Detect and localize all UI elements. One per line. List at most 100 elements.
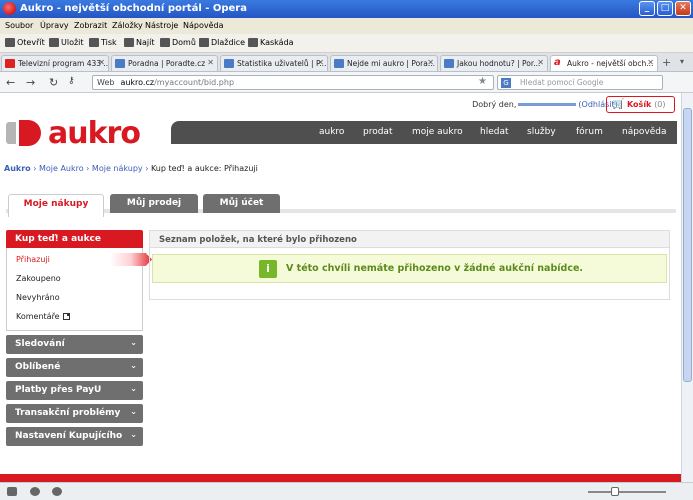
- sidebar-group-oblibene[interactable]: Oblíbené ⌄: [6, 358, 143, 377]
- close-tab-icon[interactable]: ✕: [537, 58, 544, 67]
- minimize-button[interactable]: _: [639, 1, 655, 16]
- sidebar: Kup teď! a aukce Přihazuji Zakoupeno Nev…: [6, 230, 152, 446]
- tab-muj-prodej[interactable]: Můj prodej: [110, 194, 198, 213]
- close-tab-icon[interactable]: ✕: [317, 58, 324, 67]
- close-tab-icon[interactable]: ✕: [427, 58, 434, 67]
- tab-statistika[interactable]: Statistika uživatelů | P... ✕: [220, 55, 328, 71]
- menu-view[interactable]: Zobrazit: [74, 21, 107, 30]
- breadcrumb-aukro[interactable]: Aukro: [4, 164, 31, 173]
- tab-aukro[interactable]: a Aukro - největší obch... ✕: [550, 55, 658, 71]
- menu-edit[interactable]: Úpravy: [40, 21, 69, 30]
- notice-message: V této chvíli nemáte přihozeno v žádné a…: [286, 263, 584, 274]
- folder-icon: [5, 38, 15, 47]
- tab-nejde-aukro[interactable]: Nejde mi aukro | Pora... ✕: [330, 55, 438, 71]
- sidebar-item-prihazuji[interactable]: Přihazuji: [7, 250, 152, 269]
- sidebar-item-zakoupeno[interactable]: Zakoupeno: [7, 269, 142, 288]
- print-button[interactable]: Tisk: [89, 38, 117, 47]
- close-tab-icon[interactable]: ✕: [98, 58, 105, 67]
- tab-poradna[interactable]: Poradna | Poradte.cz ✕: [111, 55, 218, 71]
- main-navigation: aukro prodat moje aukro hledat služby fó…: [171, 121, 677, 144]
- menu-bookmarks[interactable]: Záložky: [112, 21, 143, 30]
- aukro-favicon: a: [554, 58, 564, 68]
- maximize-button[interactable]: □: [657, 1, 673, 16]
- tab-tv-program[interactable]: Televizní program 433 ... ✕: [1, 55, 109, 71]
- page-icon: [224, 59, 234, 68]
- nav-napoveda[interactable]: nápověda: [622, 127, 667, 137]
- sidebar-group-sledovani[interactable]: Sledování ⌄: [6, 335, 143, 354]
- close-tab-icon[interactable]: ✕: [207, 58, 214, 67]
- new-tab-icon[interactable]: +: [662, 56, 671, 69]
- page-content: Dobrý den, (Odhlásit) | 🛒 Košík (0) aukro…: [0, 93, 681, 482]
- close-window-button[interactable]: ✕: [675, 1, 691, 16]
- username[interactable]: [518, 103, 577, 106]
- tile-icon: [199, 38, 209, 47]
- home-button[interactable]: Domů: [160, 38, 196, 47]
- home-icon: [160, 38, 170, 47]
- scrollbar-thumb[interactable]: [683, 108, 692, 382]
- info-icon: i: [259, 260, 277, 278]
- zoom-slider[interactable]: [588, 491, 666, 493]
- sidebar-item-nevyhrano[interactable]: Nevyhráno: [7, 288, 142, 307]
- forward-icon[interactable]: →: [26, 76, 35, 89]
- logo-wordmark: aukro: [48, 115, 141, 151]
- tv-icon: [5, 59, 15, 68]
- page-icon: [334, 59, 344, 68]
- tab-muj-ucet[interactable]: Můj účet: [203, 194, 280, 213]
- breadcrumb-moje-nakupy[interactable]: Moje nákupy: [92, 164, 143, 173]
- chevron-down-icon: ⌄: [130, 361, 137, 370]
- address-bar: ← → ↻ ⚷ Web aukro.cz/myaccount/bid.php ★ …: [0, 72, 693, 93]
- google-icon: G: [501, 78, 511, 88]
- sidebar-group-platby[interactable]: Platby přes PayU ⌄: [6, 381, 143, 400]
- key-icon[interactable]: ⚷: [68, 76, 75, 86]
- search-field[interactable]: G Hledat pomocí Google: [497, 75, 663, 90]
- search-icon: [124, 38, 134, 47]
- cart-button[interactable]: 🛒 Košík (0): [606, 96, 675, 113]
- url-field[interactable]: Web aukro.cz/myaccount/bid.php: [92, 75, 494, 90]
- bookmark-star-icon[interactable]: ★: [478, 76, 487, 87]
- save-button[interactable]: Uložit: [49, 38, 84, 47]
- sidebar-list: Přihazuji Zakoupeno Nevyhráno Komentáře: [6, 248, 152, 331]
- close-tab-icon[interactable]: ✕: [647, 58, 654, 67]
- find-button[interactable]: Najít: [124, 38, 154, 47]
- nav-forum[interactable]: fórum: [576, 127, 603, 137]
- web-badge: Web: [97, 78, 115, 87]
- tab-bar: Televizní program 433 ... ✕ Poradna | Por…: [0, 53, 693, 72]
- nav-aukro[interactable]: aukro: [319, 127, 344, 137]
- tab-jakou-hodnotu[interactable]: Jakou hodnotu? | Por... ✕: [440, 55, 548, 71]
- footer-bar: [0, 474, 681, 482]
- sidebar-item-komentare[interactable]: Komentáře: [7, 307, 142, 326]
- nav-prodat[interactable]: prodat: [363, 127, 392, 137]
- open-button[interactable]: Otevřít: [5, 38, 45, 47]
- nav-moje-aukro[interactable]: moje aukro: [412, 127, 463, 137]
- nav-hledat[interactable]: hledat: [480, 127, 509, 137]
- tab-moje-nakupy[interactable]: Moje nákupy: [8, 194, 104, 217]
- tile-button[interactable]: Dlaždice: [199, 38, 245, 47]
- panel-title: Seznam položek, na které bylo přihozeno: [150, 231, 669, 248]
- logo-mark: [6, 120, 44, 146]
- opera-icon[interactable]: [3, 2, 16, 15]
- zoom-slider-handle[interactable]: [611, 487, 619, 496]
- breadcrumb-current: Kup teď! a aukce: Přihazuji: [150, 164, 258, 173]
- user-greeting: Dobrý den, (Odhlásit) |: [472, 100, 623, 109]
- sidebar-group-transakcni[interactable]: Transakční problémy ⌄: [6, 404, 143, 423]
- nav-sluzby[interactable]: služby: [527, 127, 556, 137]
- menu-file[interactable]: Soubor: [5, 21, 33, 30]
- chevron-down-icon: ⌄: [130, 338, 137, 347]
- selected-arrow-icon: [110, 253, 152, 266]
- tab-menu-icon[interactable]: ▾: [680, 57, 684, 66]
- menu-tools[interactable]: Nástroje: [145, 21, 178, 30]
- cascade-button[interactable]: Kaskáda: [248, 38, 294, 47]
- back-icon[interactable]: ←: [6, 76, 15, 89]
- sidebar-group-nastaveni[interactable]: Nastavení Kupujícího ⌄: [6, 427, 143, 446]
- cloud-icon[interactable]: [30, 487, 40, 496]
- menu-help[interactable]: Nápověda: [183, 21, 224, 30]
- speed-dial-icon[interactable]: [52, 487, 62, 496]
- breadcrumb-moje-aukro[interactable]: Moje Aukro: [39, 164, 84, 173]
- chevron-down-icon: ⌄: [130, 384, 137, 393]
- reload-icon[interactable]: ↻: [49, 76, 58, 89]
- panel-toggle-icon[interactable]: [7, 487, 17, 496]
- sidebar-section-title[interactable]: Kup teď! a aukce: [6, 230, 143, 248]
- external-link-icon: [62, 313, 70, 320]
- aukro-logo[interactable]: aukro: [6, 113, 141, 153]
- window-title-bar: Aukro - největší obchodní portál - Opera…: [0, 0, 693, 18]
